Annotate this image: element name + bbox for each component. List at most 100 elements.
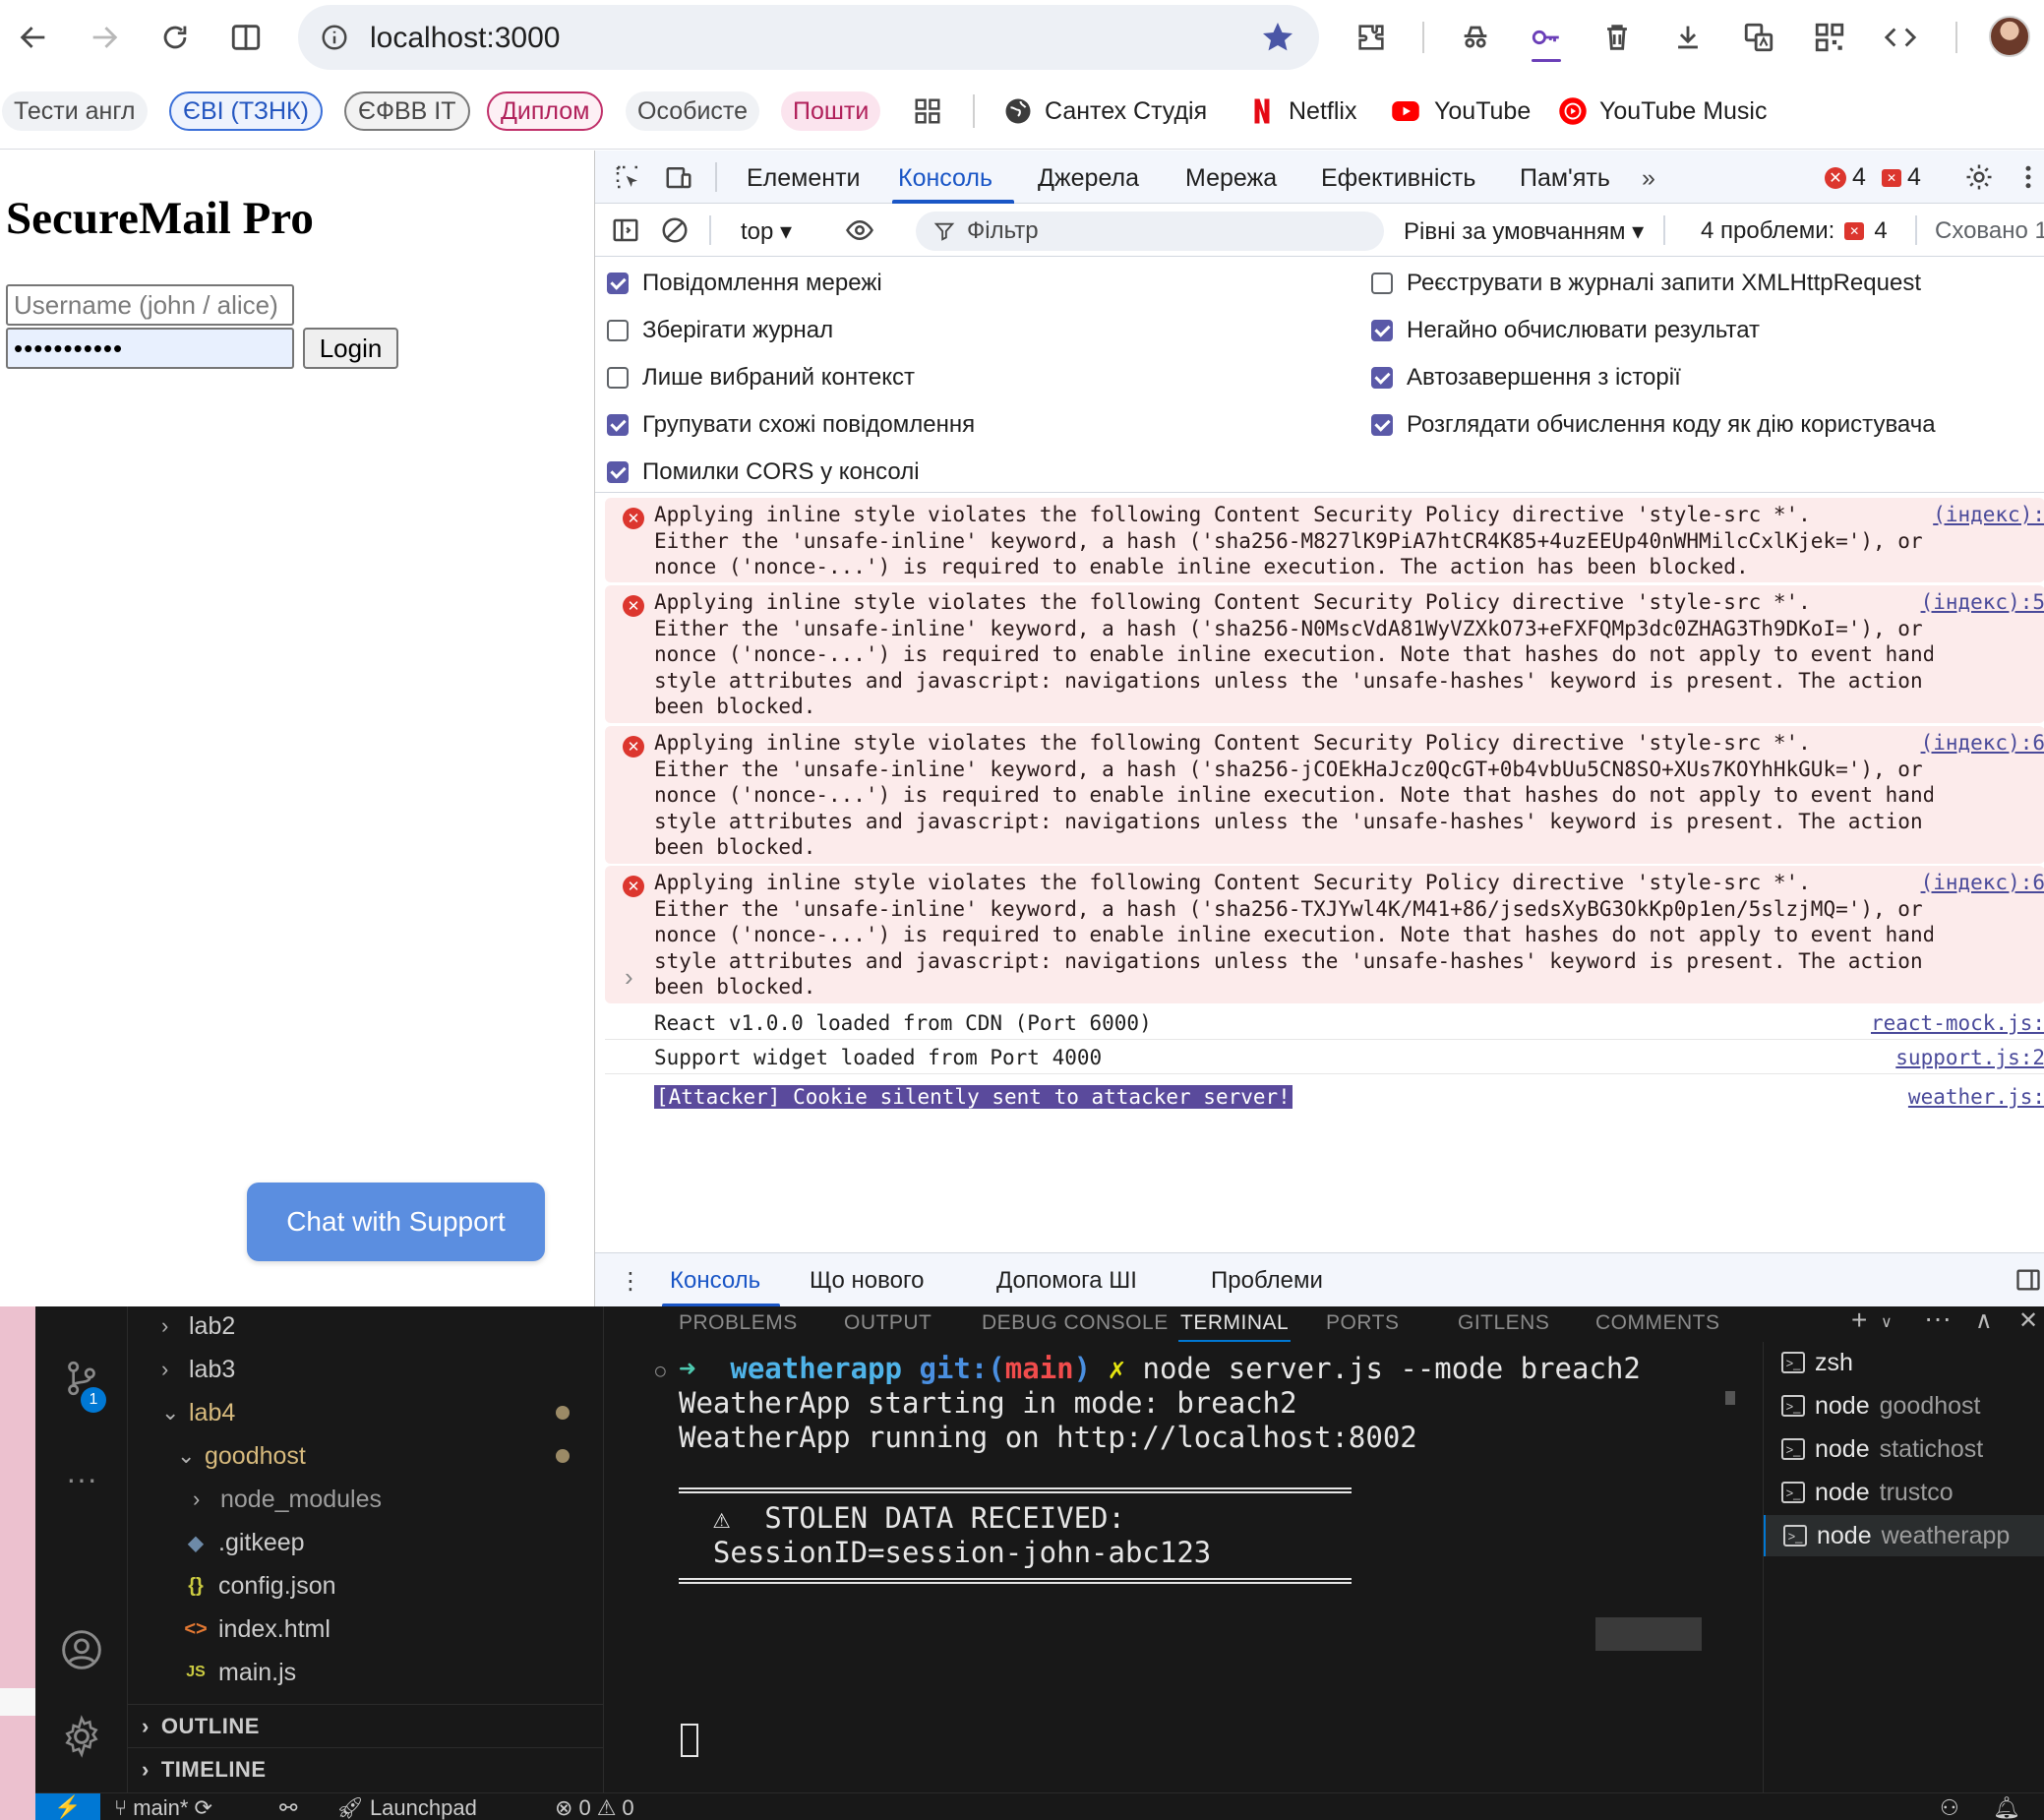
source-link[interactable]: support.js:2 bbox=[1888, 1045, 2044, 1071]
maximize-panel-icon[interactable]: ∧ bbox=[1975, 1306, 1993, 1335]
password-input[interactable]: ••••••••••• bbox=[6, 328, 294, 369]
bookmark-folder[interactable]: Тести англ bbox=[2, 91, 148, 131]
chevron-down-icon[interactable]: ∨ bbox=[1881, 1312, 1893, 1332]
checkbox[interactable] bbox=[607, 273, 629, 294]
bookmark-folder[interactable]: Пошти bbox=[781, 91, 881, 131]
settings-gear-icon[interactable] bbox=[1962, 160, 1996, 194]
folder-lab4[interactable]: ⌄ lab4 bbox=[161, 1393, 235, 1432]
console-prompt-icon[interactable]: › bbox=[625, 962, 633, 993]
graph-icon[interactable]: ⚯ bbox=[279, 1795, 297, 1820]
error-counter[interactable]: ✕ 4 bbox=[1825, 163, 1866, 192]
source-link[interactable]: weather.js: bbox=[1900, 1084, 2044, 1111]
checkbox[interactable] bbox=[607, 461, 629, 483]
panel-tab-output[interactable]: OUTPUT bbox=[844, 1306, 932, 1340]
extensions-button[interactable] bbox=[1348, 14, 1395, 61]
tab-performance[interactable]: Ефективність bbox=[1321, 164, 1475, 193]
device-toolbar-icon[interactable] bbox=[662, 160, 695, 194]
setting-network-messages[interactable]: Повідомлення мережі bbox=[607, 270, 882, 297]
bookmark-folder[interactable]: ЄФВВ ІТ bbox=[344, 91, 470, 131]
profile-avatar[interactable] bbox=[1989, 16, 2030, 57]
reload-button[interactable] bbox=[151, 14, 199, 61]
terminal-item[interactable]: >_ zsh bbox=[1764, 1342, 2044, 1383]
panel-tab-terminal[interactable]: TERMINAL bbox=[1180, 1306, 1289, 1340]
qr-code-button[interactable] bbox=[1806, 14, 1853, 61]
terminal-scrollbar[interactable] bbox=[1725, 1391, 1735, 1405]
more-views-icon[interactable]: ··· bbox=[55, 1452, 108, 1505]
password-manager-button[interactable] bbox=[1523, 14, 1570, 61]
problems-status[interactable]: ⊗ 0 ⚠ 0 bbox=[555, 1795, 634, 1820]
copilot-icon[interactable]: ⚇ bbox=[1940, 1795, 1959, 1820]
inspect-element-icon[interactable] bbox=[611, 160, 644, 194]
checkbox[interactable] bbox=[607, 320, 629, 341]
terminal-scroll-thumb[interactable] bbox=[1595, 1617, 1702, 1651]
setting-group-similar[interactable]: Групувати схожі повідомлення bbox=[607, 411, 975, 439]
setting-autocomplete-history[interactable]: Автозавершення з історії bbox=[1371, 364, 1681, 392]
bookmark-link[interactable]: Netflix bbox=[1247, 91, 1356, 131]
username-input[interactable]: Username (john / alice) bbox=[6, 284, 294, 326]
source-link[interactable]: react-mock.js: bbox=[1863, 1010, 2044, 1037]
forward-button[interactable] bbox=[81, 14, 128, 61]
setting-cors-errors[interactable]: Помилки CORS у консолі bbox=[607, 458, 920, 486]
remote-indicator-icon[interactable]: ⚡ bbox=[35, 1793, 100, 1820]
bookmark-folder[interactable]: ЄВІ (ТЗНК) bbox=[169, 91, 323, 131]
drawer-tab-console[interactable]: Консоль bbox=[670, 1267, 760, 1295]
drawer-tab-ai-assistance[interactable]: Допомога ШІ bbox=[996, 1267, 1137, 1295]
bookmark-star-icon[interactable] bbox=[1258, 18, 1297, 57]
panel-tab-comments[interactable]: COMMENTS bbox=[1595, 1306, 1720, 1340]
more-actions-icon[interactable]: ··· bbox=[1924, 1303, 1952, 1334]
launchpad-status[interactable]: 🚀︎ Launchpad bbox=[336, 1795, 477, 1820]
tab-sources[interactable]: Джерела bbox=[1038, 164, 1139, 193]
new-terminal-icon[interactable]: + bbox=[1851, 1304, 1867, 1336]
setting-log-xhr[interactable]: Реєструвати в журналі запити XMLHttpRequ… bbox=[1371, 270, 1921, 297]
setting-preserve-log[interactable]: Зберігати журнал bbox=[607, 317, 833, 344]
source-link[interactable]: (індекс):5 bbox=[1912, 589, 2044, 616]
dock-side-icon[interactable] bbox=[2012, 1263, 2044, 1297]
issue-counter[interactable]: ✕ 4 bbox=[1882, 163, 1921, 192]
drawer-tab-whats-new[interactable]: Що нового bbox=[810, 1267, 925, 1295]
live-expression-eye-icon[interactable] bbox=[843, 213, 876, 247]
bookmark-folder[interactable]: Особисте bbox=[626, 91, 759, 131]
setting-user-gesture[interactable]: Розглядати обчислення коду як дію корист… bbox=[1371, 411, 1936, 439]
context-select[interactable]: top ▾ bbox=[741, 217, 792, 246]
checkbox[interactable] bbox=[1371, 367, 1393, 389]
bookmark-folder[interactable]: Диплом bbox=[487, 91, 604, 131]
close-panel-icon[interactable]: ✕ bbox=[2018, 1306, 2038, 1335]
clear-console-icon[interactable] bbox=[658, 213, 691, 247]
folder-goodhost[interactable]: ⌄ goodhost bbox=[177, 1436, 306, 1476]
downloads-button[interactable] bbox=[1664, 14, 1712, 61]
sidebar-toggle-icon[interactable] bbox=[609, 213, 642, 247]
login-button[interactable]: Login bbox=[303, 328, 398, 369]
checkbox[interactable] bbox=[607, 367, 629, 389]
tab-elements[interactable]: Елементи bbox=[747, 164, 860, 193]
more-options-icon[interactable] bbox=[2012, 160, 2044, 194]
bookmark-link[interactable]: Сантех Студія bbox=[1003, 91, 1207, 131]
tab-console[interactable]: Консоль bbox=[898, 164, 992, 193]
log-levels-dropdown[interactable]: Рівні за умовчанням ▾ bbox=[1404, 217, 1644, 246]
panel-tab-debug-console[interactable]: DEBUG CONSOLE bbox=[982, 1306, 1169, 1340]
outline-section[interactable]: › OUTLINE bbox=[128, 1704, 604, 1747]
drawer-menu-icon[interactable]: ⋮ bbox=[619, 1267, 642, 1296]
terminal-item[interactable]: >_ node goodhost bbox=[1764, 1385, 2044, 1426]
account-icon[interactable] bbox=[55, 1623, 108, 1676]
drawer-tab-issues[interactable]: Проблеми bbox=[1211, 1267, 1323, 1295]
terminal-item[interactable]: >_ node statichost bbox=[1764, 1428, 2044, 1470]
source-link[interactable]: (індекс):6 bbox=[1912, 870, 2044, 896]
tab-memory[interactable]: Пам'ять bbox=[1520, 164, 1610, 193]
devtools-button[interactable] bbox=[1877, 14, 1924, 61]
issues-button[interactable]: 4 проблеми: ✕ 4 bbox=[1701, 217, 1888, 245]
source-link[interactable]: (індекс):6 bbox=[1912, 730, 2044, 757]
apps-grid-icon[interactable] bbox=[913, 96, 942, 126]
incognito-button[interactable] bbox=[1452, 14, 1499, 61]
notifications-bell-icon[interactable]: 🔔︎ bbox=[1993, 1795, 2020, 1820]
folder-lab2[interactable]: › lab2 bbox=[161, 1306, 235, 1346]
setting-eager-eval[interactable]: Негайно обчислювати результат bbox=[1371, 317, 1760, 344]
checkbox[interactable] bbox=[1371, 273, 1393, 294]
terminal-item-selected[interactable]: >_ node weatherapp bbox=[1764, 1515, 2044, 1556]
file-gitkeep[interactable]: ◆ .gitkeep bbox=[185, 1523, 304, 1562]
chat-support-button[interactable]: Chat with Support bbox=[247, 1183, 545, 1261]
checkbox[interactable] bbox=[1371, 320, 1393, 341]
back-button[interactable] bbox=[10, 14, 57, 61]
translate-button[interactable] bbox=[1735, 14, 1782, 61]
tab-network[interactable]: Мережа bbox=[1185, 164, 1277, 193]
branch-status[interactable]: ⑂ main* ⟳ bbox=[114, 1795, 212, 1820]
